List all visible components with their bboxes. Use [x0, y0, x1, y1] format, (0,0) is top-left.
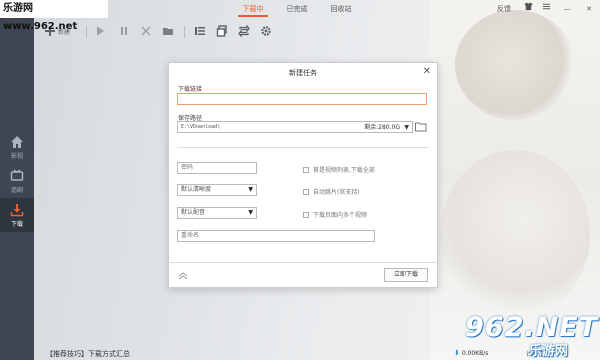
checkbox-label: 自动跳片(官支持)	[313, 189, 360, 196]
toolbar: 新建	[34, 18, 600, 44]
sidebar-item-label: 影视	[10, 152, 23, 160]
quality-select[interactable]: 默认清晰度 ▼	[177, 184, 257, 196]
background-figure-body	[440, 150, 590, 320]
tips-link[interactable]: 【推荐技巧】下载方式汇总	[46, 349, 130, 359]
checkbox-box	[303, 188, 309, 195]
download-icon	[10, 203, 24, 216]
start-button[interactable]	[94, 23, 106, 39]
password-placeholder: 密码	[181, 164, 194, 171]
dialog-title: 新建任务	[289, 69, 317, 77]
browse-folder-button[interactable]	[415, 122, 427, 132]
checkbox-label: 下载页面内多个视频	[313, 212, 368, 219]
sidebar-item-series[interactable]: 追剧	[0, 164, 34, 198]
sidebar-item-movies[interactable]: 影视	[0, 130, 34, 164]
shirt-icon[interactable]	[522, 0, 534, 18]
tab-downloading[interactable]: 下载中	[236, 0, 270, 18]
remaining-space: 剩余:280.0G	[364, 124, 400, 131]
multi-video-checkbox[interactable]: 下载页面内多个视频	[303, 210, 367, 219]
toolbar-divider	[86, 26, 87, 38]
left-sidebar: 影视 追剧 下载	[0, 18, 34, 360]
copy-button[interactable]	[216, 23, 228, 39]
folder-icon	[163, 28, 173, 35]
copy-icon	[216, 25, 227, 37]
close-icon[interactable]: ✕	[423, 66, 431, 77]
auto-skip-checkbox[interactable]: 自动跳片(官支持)	[303, 187, 360, 196]
save-path-value: E:\VDownload\	[181, 124, 221, 130]
chevron-down-icon: ▼	[248, 186, 253, 193]
dialog-divider	[168, 262, 438, 263]
download-all-list-checkbox[interactable]: 首是视频列表,下载全部	[303, 165, 375, 174]
checkbox-box	[303, 166, 309, 173]
list-icon	[195, 27, 205, 35]
delete-button[interactable]	[140, 23, 152, 39]
watermark-sub-text: 乐游网	[529, 344, 569, 359]
play-icon	[97, 26, 104, 36]
close-icon	[141, 26, 151, 36]
checkbox-box	[303, 211, 309, 218]
quality-select-value: 默认清晰度	[181, 186, 212, 193]
site-logo-watermark: 962.NET 乐游网	[465, 312, 600, 360]
minimize-button[interactable]: —	[560, 0, 574, 18]
task-list-button[interactable]	[194, 23, 206, 39]
rename-input[interactable]: 重命名	[177, 230, 375, 242]
refresh-button[interactable]	[238, 23, 250, 39]
watermark-main-text: 962.NET	[465, 312, 599, 343]
chevron-down-icon: ▼	[248, 209, 253, 216]
toolbar-divider	[184, 26, 185, 38]
pause-icon	[121, 27, 127, 35]
home-icon	[11, 135, 23, 148]
feedback-button[interactable]: 反馈	[492, 0, 516, 18]
gear-icon	[261, 26, 271, 36]
top-tab-bar: 下载中 已完成 回收站 反馈 — ✕	[108, 0, 600, 18]
password-input[interactable]: 密码	[177, 162, 257, 174]
settings-button[interactable]	[260, 23, 272, 39]
url-label: 下载链接	[178, 86, 203, 93]
folder-icon	[415, 122, 427, 132]
menu-icon[interactable]	[540, 0, 552, 18]
download-now-button[interactable]: 立即下载	[384, 268, 428, 282]
dialog-divider	[177, 147, 429, 148]
sidebar-item-label: 下载	[10, 220, 23, 228]
chevron-up-icon[interactable]	[178, 272, 188, 282]
arrow-down-icon: ⬇	[454, 349, 460, 357]
sidebar-item-download[interactable]: 下载	[0, 198, 34, 232]
sidebar-item-label: 追剧	[10, 186, 23, 194]
chevron-down-icon[interactable]: ▼	[404, 122, 409, 134]
rename-placeholder: 重命名	[181, 232, 200, 239]
refresh-icon	[238, 25, 250, 37]
open-folder-button[interactable]	[162, 23, 174, 39]
close-window-button[interactable]: ✕	[582, 0, 596, 18]
tab-recycle-bin[interactable]: 回收站	[324, 0, 358, 18]
audio-select-value: 默认配音	[181, 209, 206, 216]
pause-button[interactable]	[118, 23, 130, 39]
save-path-field[interactable]: E:\VDownload\ 剩余:280.0G ▼	[177, 121, 413, 133]
site-watermark: 乐游网 www.962.net	[0, 0, 108, 32]
tab-completed[interactable]: 已完成	[280, 0, 314, 18]
url-input[interactable]	[177, 93, 427, 105]
tv-icon	[10, 169, 24, 181]
audio-select[interactable]: 默认配音 ▼	[177, 207, 257, 219]
checkbox-label: 首是视频列表,下载全部	[313, 167, 375, 174]
